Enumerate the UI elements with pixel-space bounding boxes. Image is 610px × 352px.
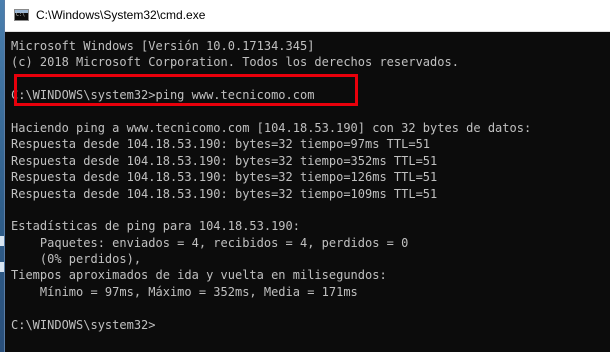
console-line: Respuesta desde 104.18.53.190: bytes=32 … <box>11 186 438 201</box>
console-line: (c) 2018 Microsoft Corporation. Todos lo… <box>11 55 459 70</box>
cmd-icon[interactable] <box>14 9 29 21</box>
window-title: C:\Windows\System32\cmd.exe <box>36 8 206 22</box>
console-line: Estadísticas de ping para 104.18.53.190: <box>11 219 300 234</box>
console-line: Paquetes: enviados = 4, recibidos = 4, p… <box>11 235 409 250</box>
console-line: Haciendo ping a www.tecnicomo.com [104.1… <box>11 120 532 135</box>
console-line: Respuesta desde 104.18.53.190: bytes=32 … <box>11 170 438 185</box>
console-line: Tiempos aproximados de ida y vuelta en m… <box>11 268 387 283</box>
console-line: Mínimo = 97ms, Máximo = 352ms, Media = 1… <box>11 284 358 299</box>
cmd-window[interactable]: C:\Windows\System32\cmd.exe Microsoft Wi… <box>4 0 610 352</box>
prompt-line: C:\WINDOWS\system32> <box>11 317 156 332</box>
console-line: Respuesta desde 104.18.53.190: bytes=32 … <box>11 153 438 168</box>
console-line: Microsoft Windows [Versión 10.0.17134.34… <box>11 39 315 53</box>
console-line: (0% perdidos), <box>11 252 142 267</box>
command-highlight-box <box>14 74 358 106</box>
console-line: Respuesta desde 104.18.53.190: bytes=32 … <box>11 137 431 152</box>
title-bar[interactable]: C:\Windows\System32\cmd.exe <box>5 0 610 32</box>
